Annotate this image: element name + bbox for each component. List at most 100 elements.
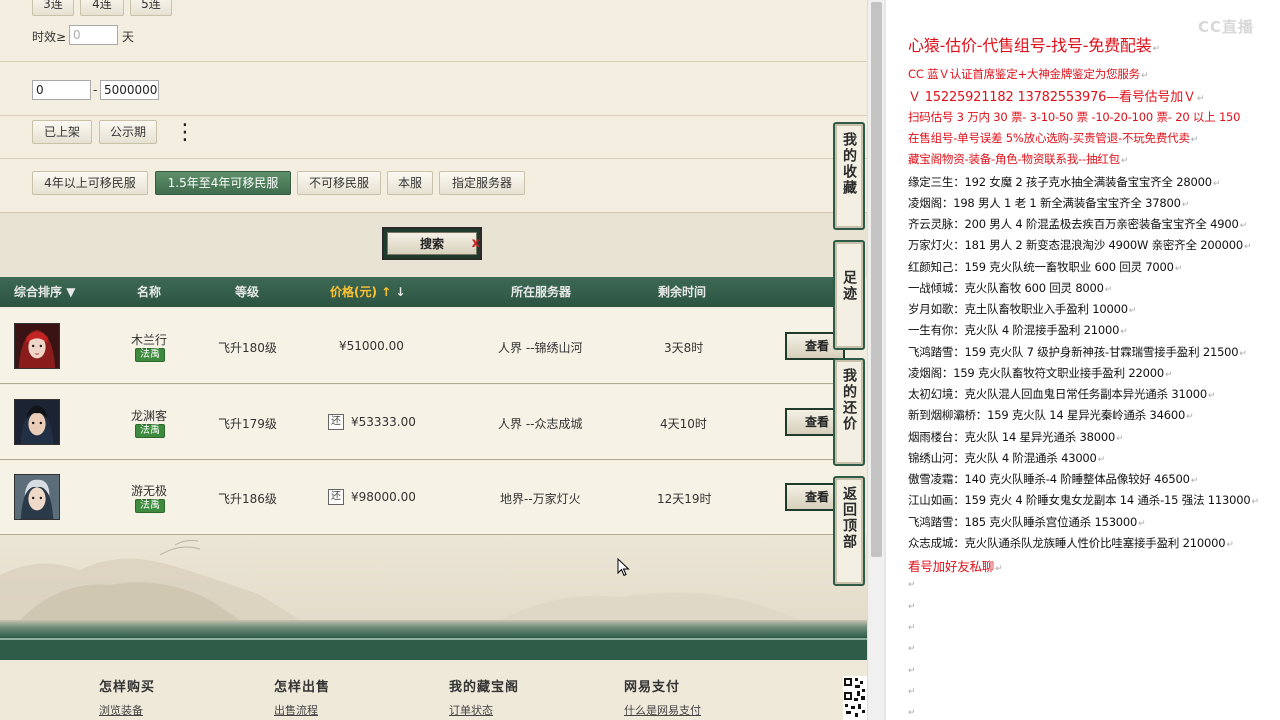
mouse-cursor-icon	[617, 558, 630, 577]
paragraph-mark: ↵	[1181, 200, 1190, 210]
paragraph-mark: ↵	[1104, 285, 1113, 295]
paragraph-mark: ↵	[1226, 540, 1234, 550]
specific-server-button[interactable]: 指定服务器	[439, 171, 525, 195]
combo-3-button[interactable]: 3连	[32, 0, 74, 16]
listing-text: 江山如画：159 克火 4 阶睡女鬼女龙副本 14 通杀-15 强法 11300…	[908, 493, 1251, 507]
paragraph-mark: ↵	[1186, 412, 1194, 422]
level-cell: 飞升186级	[218, 492, 277, 506]
paragraph-mark: ↵	[1164, 370, 1173, 380]
paragraph-mark: ↵	[1174, 264, 1183, 274]
divider	[0, 115, 867, 116]
side-tab-back-to-top[interactable]: 返回顶部	[833, 476, 865, 586]
search-button-label: 搜索	[387, 232, 477, 255]
paragraph-mark: ↵	[1239, 221, 1248, 231]
listed-button[interactable]: 已上架	[32, 120, 92, 144]
close-icon[interactable]: x	[472, 236, 480, 251]
listing-line: 岁月如歌：克土队畜牧职业入手盈利 10000↵	[908, 301, 1136, 317]
no-migrate-button[interactable]: 不可移民服	[297, 171, 381, 195]
side-tab-label: 返回顶部	[841, 486, 857, 550]
page-margin	[884, 0, 886, 720]
footer-link-order-status[interactable]: 订单状态	[449, 702, 493, 718]
arrow-down-icon[interactable]: ↓	[395, 285, 405, 299]
listing-text: 一生有你：克火队 4 阶混接手盈利 21000	[908, 323, 1120, 337]
paragraph-mark: ↵	[1239, 349, 1247, 359]
server-header: 所在服务器	[511, 285, 572, 299]
watermark-logo: CC直播	[1198, 18, 1255, 36]
side-tab-label: 我的收藏	[841, 132, 857, 196]
table-row[interactable]: 游无极 法禹 飞升186级 还 ¥98000.00 地界--万家灯火 12天19…	[0, 461, 845, 535]
character-name[interactable]: 龙渊客	[131, 407, 167, 424]
validity-label: 时效≥	[32, 30, 67, 44]
sort-header[interactable]: 综合排序 ▼	[14, 277, 75, 307]
level-cell: 飞升180级	[218, 341, 277, 355]
price-separator: -	[93, 83, 98, 97]
combo-4-button[interactable]: 4连	[80, 0, 124, 16]
listing-text: 一战倾城：克火队畜牧 600 回灵 8000	[908, 281, 1104, 295]
price-header[interactable]: 价格(元) ↑ ↓	[330, 277, 405, 307]
character-name[interactable]: 木兰行	[131, 331, 167, 348]
footer-link-sell-flow[interactable]: 出售流程	[274, 702, 318, 718]
class-badge: 法禹	[135, 499, 165, 513]
listing-text: 凌烟阁：159 克火队畜牧符文职业接手盈利 22000	[908, 366, 1164, 380]
doc-line-text: CC 蓝Ｖ认证首席鉴定+大神金牌鉴定为您服务	[908, 67, 1140, 81]
listing-text: 新到烟柳灞桥：159 克火队 14 星异光秦岭通杀 34600	[908, 408, 1186, 422]
search-button[interactable]: 搜索 x	[382, 227, 482, 260]
time-cell: 4天10时	[660, 417, 707, 431]
combo-5-button[interactable]: 5连	[130, 0, 172, 16]
more-menu-icon[interactable]: ⋮	[174, 122, 196, 144]
listing-line: 傲雪凌霜：140 克火队睡杀-4 阶睡整体品像较好 46500↵	[908, 471, 1198, 487]
paragraph-mark: ↵	[995, 564, 1003, 574]
migrate-1-5y-button[interactable]: 1.5年至4年可移民服	[155, 171, 291, 195]
arrow-up-icon[interactable]: ↑	[381, 285, 391, 299]
price-max-input[interactable]: 5000000	[100, 80, 159, 100]
name-header: 名称	[137, 285, 162, 299]
price-cell: ¥53333.00	[351, 415, 416, 429]
character-name[interactable]: 游无极	[131, 482, 167, 499]
side-tab-favorites[interactable]: 我的收藏	[833, 122, 865, 230]
side-tab-my-offers[interactable]: 我的还价	[833, 358, 865, 466]
avatar[interactable]	[14, 474, 60, 520]
listing-text: 岁月如歌：克土队畜牧职业入手盈利 10000	[908, 302, 1128, 316]
listing-line: 缘定三生：192 女魔 2 孩子克水抽全满装备宝宝齐全 28000↵	[908, 174, 1220, 190]
class-badge: 法禹	[135, 348, 165, 362]
price-min-input[interactable]: 0	[32, 80, 91, 100]
footer-link-what-is-pay[interactable]: 什么是网易支付	[624, 702, 701, 718]
haggle-icon[interactable]: 还	[328, 414, 344, 430]
listing-line: 一战倾城：克火队畜牧 600 回灵 8000↵	[908, 280, 1112, 296]
listing-line: 锦绣山河：克火队 4 阶混通杀 43000↵	[908, 450, 1105, 466]
paragraph-mark: ↵	[1243, 242, 1252, 252]
avatar[interactable]	[14, 323, 60, 369]
validity-input[interactable]: 0	[69, 25, 118, 45]
listing-line: 凌烟阁：159 克火队畜牧符文职业接手盈利 22000↵	[908, 365, 1173, 381]
table-row[interactable]: 木兰行 法禹 飞升180级 ¥51000.00 人界 --锦绣山河 3天8时 查…	[0, 309, 845, 384]
public-period-button[interactable]: 公示期	[99, 120, 157, 144]
scrollbar-thumb[interactable]	[871, 2, 882, 557]
listing-text: 飞鸿踏雪：159 克火队 7 级护身新神孩-甘霖瑞雪接手盈利 21500	[908, 345, 1239, 359]
listing-text: 飞鸿踏雪：185 克火队睡杀宫位通杀 153000	[908, 515, 1138, 529]
listing-text: 万家灯火：181 男人 2 新变态混浪淘沙 4900W 亲密齐全 200000	[908, 238, 1243, 252]
doc-line: 扫码估号 3 万内 30 票- 3-10-50 票 -10-20-100 票- …	[908, 109, 1240, 125]
page-scrollbar[interactable]	[867, 0, 884, 720]
listing-text: 锦绣山河：克火队 4 阶混通杀 43000	[908, 451, 1097, 465]
divider	[0, 61, 867, 62]
trade-page: 3连 4连 5连 时效≥ 0 天 0 - 5000000 已上架 公示期 ⋮ 4…	[0, 0, 867, 720]
paragraph-mark: ↵	[908, 602, 916, 612]
table-row[interactable]: 龙渊客 法禹 飞升179级 还 ¥53333.00 人界 --众志成城 4天10…	[0, 385, 845, 460]
footer-heading-pay: 网易支付	[624, 680, 681, 695]
time-cell: 3天8时	[664, 341, 704, 355]
listing-line: 飞鸿踏雪：185 克火队睡杀宫位通杀 153000↵	[908, 514, 1146, 530]
this-server-button[interactable]: 本服	[387, 171, 433, 195]
footer-heading-mycbg: 我的藏宝阁	[449, 680, 520, 695]
document-pane: 心猿-估价-代售组号-找号-免费配装↵ CC 蓝Ｖ认证首席鉴定+大神金牌鉴定为您…	[884, 0, 1280, 720]
paragraph-mark: ↵	[1207, 391, 1216, 401]
footer-heading-buy: 怎样购买	[99, 680, 156, 695]
haggle-icon[interactable]: 还	[328, 489, 344, 505]
level-header: 等级	[235, 285, 260, 299]
migrate-4y-button[interactable]: 4年以上可移民服	[32, 171, 148, 195]
level-cell: 飞升179级	[218, 417, 277, 431]
footer-link-browse[interactable]: 浏览装备	[99, 702, 143, 718]
paragraph-mark: ↵	[908, 666, 916, 676]
side-tab-history[interactable]: 足迹	[833, 240, 865, 350]
side-tab-label: 足迹	[841, 270, 857, 302]
avatar[interactable]	[14, 399, 60, 445]
